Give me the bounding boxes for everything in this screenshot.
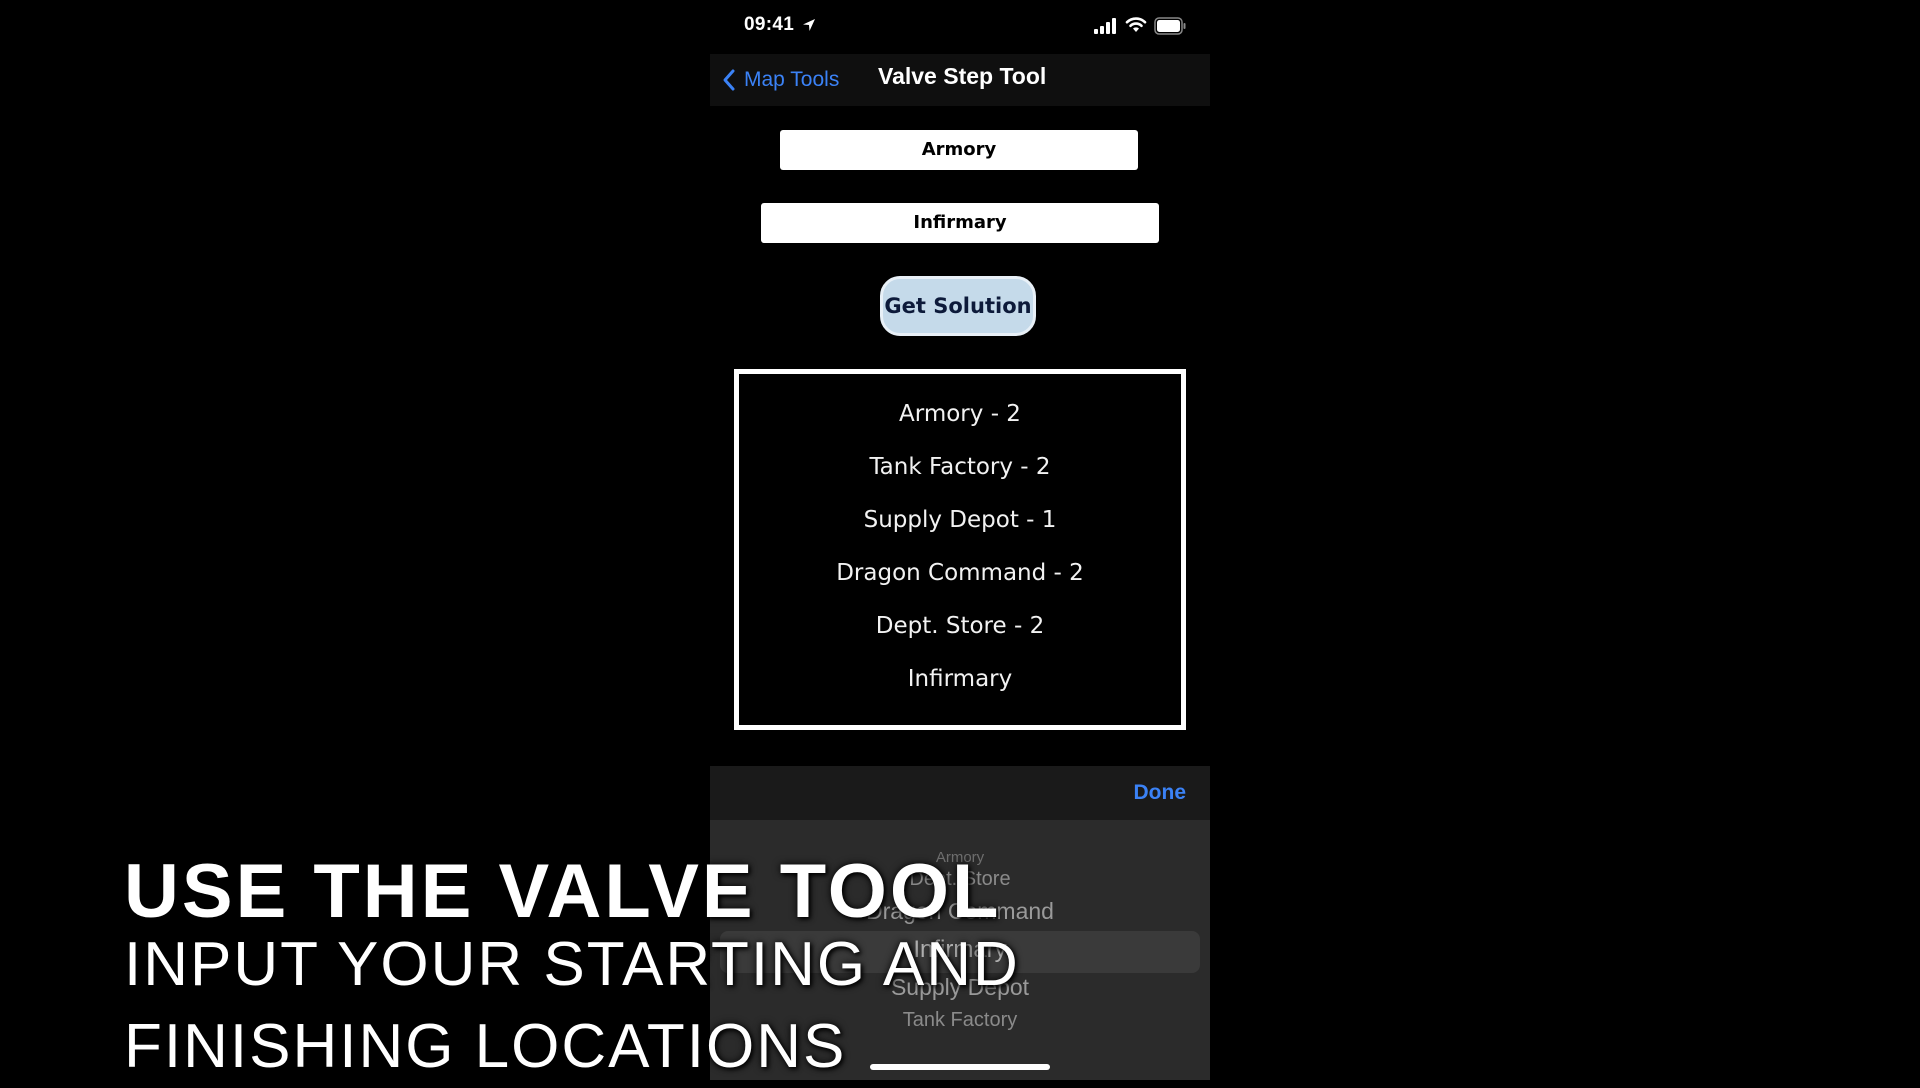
end-location-field[interactable]: Infirmary [761, 203, 1159, 243]
location-arrow-icon [803, 19, 815, 31]
solution-step: Supply Depot - 1 [863, 507, 1057, 533]
back-button-label: Map Tools [744, 68, 840, 91]
wifi-icon [1125, 17, 1147, 32]
solution-list: Armory - 2 Tank Factory - 2 Supply Depot… [734, 369, 1186, 730]
solution-step: Tank Factory - 2 [869, 454, 1051, 480]
page-title: Valve Step Tool [878, 63, 1047, 89]
chevron-left-icon [723, 69, 735, 91]
solution-step: Armory - 2 [899, 401, 1021, 427]
status-time: 09:41 [744, 14, 795, 35]
solution-step: Dragon Command - 2 [836, 560, 1084, 586]
get-solution-button[interactable]: Get Solution [880, 276, 1036, 336]
done-button[interactable]: Done [1134, 781, 1187, 805]
caption-subtitle: INPUT YOUR STARTING AND FINISHING LOCATI… [124, 930, 1020, 1081]
back-button[interactable]: Map Tools [722, 64, 839, 96]
caption-title: USE THE VALVE TOOL [124, 849, 1002, 934]
battery-icon [1154, 17, 1186, 35]
solution-step: Dept. Store - 2 [875, 613, 1045, 639]
status-bar: 09:41 [710, 0, 1210, 54]
start-location-field[interactable]: Armory [780, 130, 1138, 170]
picker-toolbar: Done [710, 766, 1210, 820]
cellular-signal-icon [1094, 18, 1116, 34]
solution-step: Infirmary [907, 666, 1013, 692]
navigation-bar: Map Tools Valve Step Tool [710, 54, 1210, 106]
